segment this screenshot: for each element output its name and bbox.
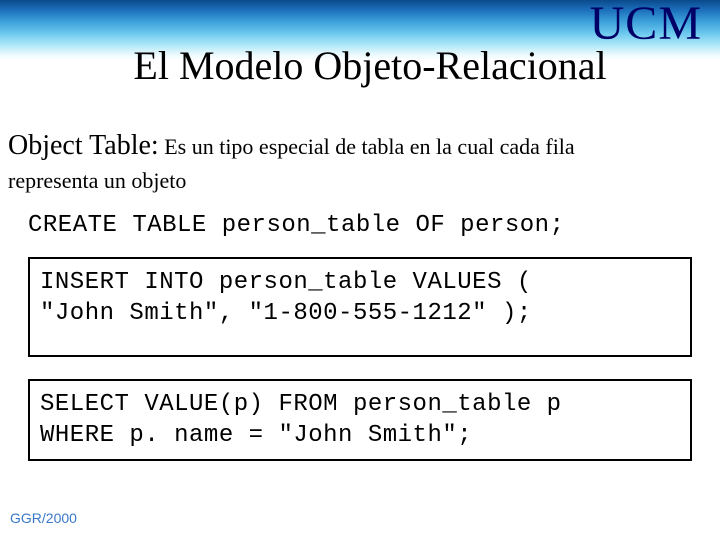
code-box-insert: INSERT INTO person_table VALUES ( "John … [28, 257, 692, 357]
section-desc: Es un tipo especial de tabla en la cual … [164, 134, 574, 159]
subtitle-row: Object Table: Es un tipo especial de tab… [8, 130, 712, 162]
code-create: CREATE TABLE person_table OF person; [28, 212, 712, 239]
section-desc-cont: representa un objeto [8, 168, 712, 194]
content-area: Object Table: Es un tipo especial de tab… [8, 130, 712, 483]
footer-text: GGR/2000 [10, 510, 77, 526]
section-label: Object Table: [8, 130, 159, 161]
code-box-select: SELECT VALUE(p) FROM person_table p WHER… [28, 379, 692, 461]
slide-title: El Modelo Objeto-Relacional [0, 42, 720, 89]
